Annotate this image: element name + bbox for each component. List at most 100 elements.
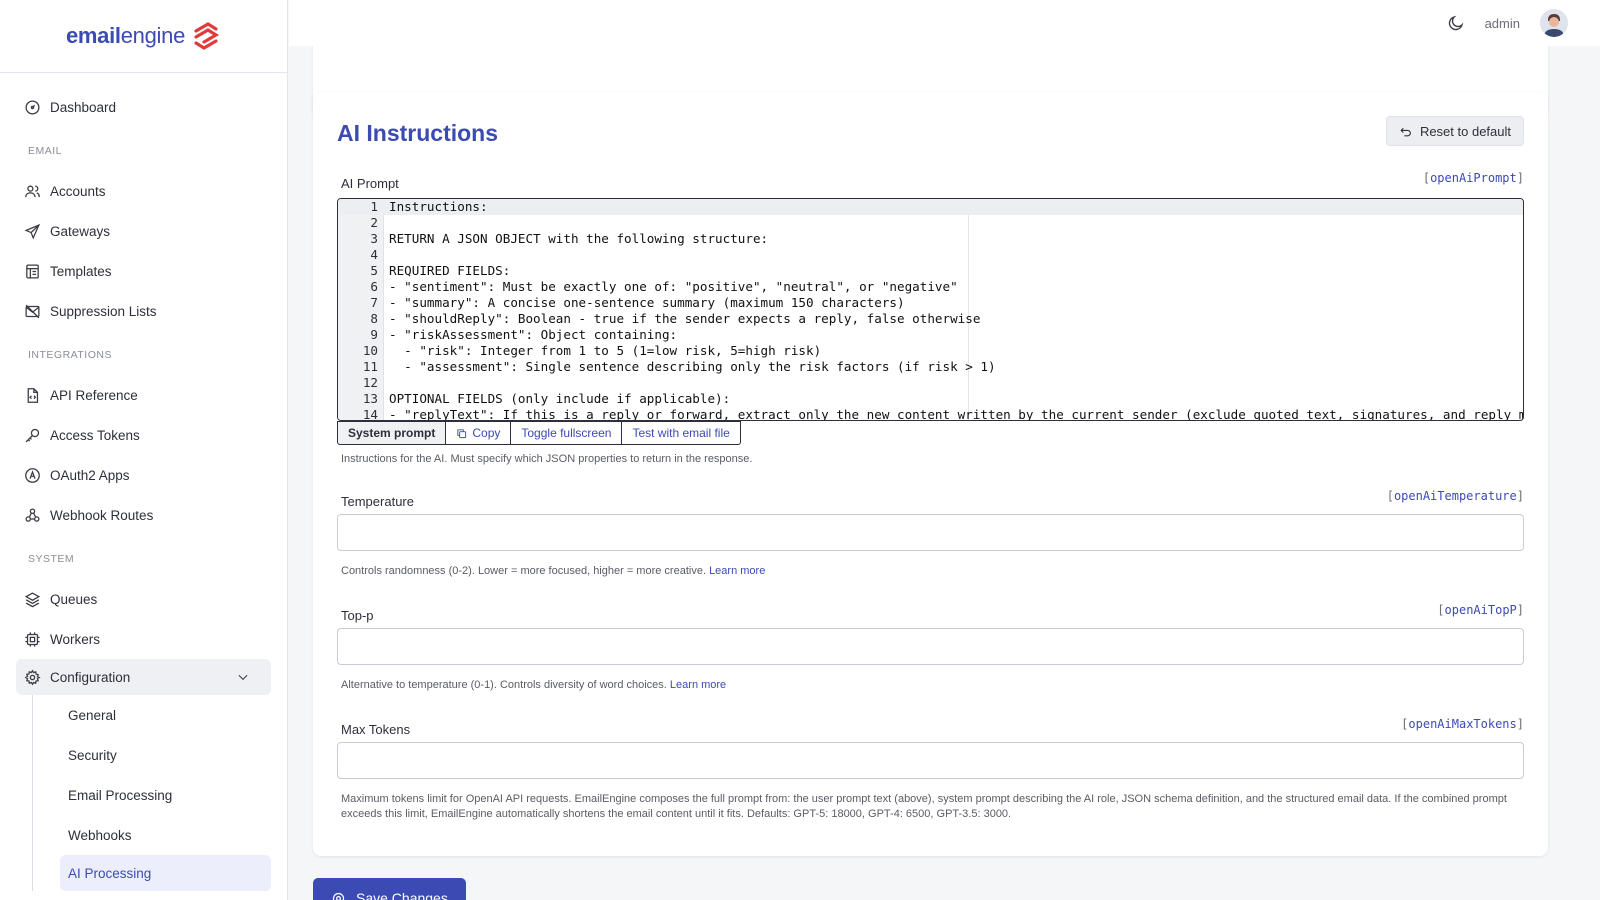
system-prompt-button[interactable]: System prompt — [337, 421, 447, 445]
sidebar-item-templates[interactable]: Templates — [0, 251, 287, 291]
prompt-code-editor[interactable]: 1 Instructions: 2 3 RETURN A JSON OBJECT wit… — [337, 198, 1524, 421]
card-title: AI Instructions — [337, 120, 499, 146]
send-icon — [24, 223, 41, 240]
configuration-subnav: General Security Email Processing Webhoo… — [32, 695, 287, 891]
line-number: 4 — [370, 247, 378, 262]
line-code: - "sentiment": Must be exactly one of: "… — [389, 279, 958, 294]
subnav-item-ai-processing[interactable]: AI Processing — [60, 855, 271, 891]
gear-icon — [332, 892, 345, 900]
editor-line[interactable]: 9 - "riskAssessment": Object containing: — [338, 327, 1523, 343]
save-changes-button[interactable]: Save Changes — [313, 878, 466, 900]
template-icon — [26, 263, 39, 279]
line-number: 11 — [362, 359, 378, 374]
sidebar-item-gateways[interactable]: Gateways — [0, 211, 287, 251]
sidebar-item-configuration[interactable]: Configuration — [16, 659, 271, 695]
avatar[interactable] — [1540, 9, 1568, 37]
line-number: 2 — [370, 215, 378, 230]
temperature-learn-more-link[interactable]: Learn more — [709, 565, 765, 577]
line-number: 14 — [362, 407, 378, 421]
sidebar-item-suppression-lists[interactable]: Suppression Lists — [0, 291, 287, 331]
cpu-icon — [25, 631, 40, 647]
prompt-label: AI Prompt — [341, 176, 399, 191]
file-code-icon — [27, 387, 39, 403]
layers-icon — [24, 591, 41, 607]
sidebar-item-label: OAuth2 Apps — [50, 467, 130, 483]
editor-line[interactable]: 10 - "risk": Integer from 1 to 5 (1=low … — [338, 343, 1523, 359]
line-code: - "risk": Integer from 1 to 5 (1=low ris… — [389, 343, 822, 358]
editor-line[interactable]: 4 — [338, 247, 1523, 263]
line-number: 8 — [370, 311, 378, 326]
save-label: Save Changes — [356, 890, 448, 900]
user-name[interactable]: admin — [1485, 16, 1520, 31]
brand[interactable]: emailengine — [0, 0, 287, 73]
copy-label: Copy — [472, 426, 501, 440]
sidebar-item-api-reference[interactable]: API Reference — [0, 375, 287, 415]
copy-button[interactable]: Copy — [446, 421, 512, 445]
max-tokens-input[interactable] — [337, 742, 1524, 779]
sidebar-item-label: Access Tokens — [50, 427, 140, 443]
topbar: admin — [289, 0, 1600, 46]
gear-icon — [24, 669, 41, 685]
editor-line[interactable]: 2 — [338, 215, 1523, 231]
sidebar-item-label: Configuration — [50, 669, 131, 685]
section-system: SYSTEM — [28, 553, 75, 565]
sidebar-item-dashboard[interactable]: Dashboard — [0, 87, 287, 127]
temperature-input[interactable] — [337, 514, 1524, 551]
toggle-fullscreen-button[interactable]: Toggle fullscreen — [511, 421, 623, 445]
editor-line[interactable]: 8 - "shouldReply": Boolean - true if the … — [338, 311, 1523, 327]
sidebar-item-label: Workers — [50, 631, 101, 647]
editor-line[interactable]: 5 REQUIRED FIELDS: — [338, 263, 1523, 279]
sidebar-item-label: Dashboard — [50, 99, 117, 115]
sidebar-nav: Dashboard EMAIL Accounts Gateways Templa… — [0, 73, 287, 891]
users-icon — [25, 185, 40, 197]
sidebar-item-queues[interactable]: Queues — [0, 579, 287, 619]
sidebar-item-label: Webhook Routes — [50, 507, 154, 523]
subnav-item-security[interactable]: Security — [32, 735, 287, 775]
editor-line[interactable]: 11 - "assessment": Single sentence descr… — [338, 359, 1523, 375]
editor-toolbar: System prompt Copy Toggle fullscreen Tes… — [337, 421, 741, 445]
chevron-down-icon — [238, 674, 248, 681]
sidebar-item-accounts[interactable]: Accounts — [0, 171, 287, 211]
key-icon — [25, 428, 40, 442]
sidebar-item-access-tokens[interactable]: Access Tokens — [0, 415, 287, 455]
line-code: - "shouldReply": Boolean - true if the s… — [389, 311, 981, 326]
line-number: 13 — [362, 391, 378, 406]
line-code: Instructions: — [389, 199, 488, 214]
editor-line[interactable]: 13 OPTIONAL FIELDS (only include if appli… — [338, 391, 1523, 407]
top-p-input[interactable] — [337, 628, 1524, 665]
test-with-email-file-button[interactable]: Test with email file — [622, 421, 741, 445]
sidebar-item-webhook-routes[interactable]: Webhook Routes — [0, 495, 287, 535]
temperature-label: Temperature — [341, 494, 414, 509]
at-sign-icon — [25, 467, 40, 483]
top-p-learn-more-link[interactable]: Learn more — [670, 679, 726, 691]
user-avatar-icon — [1540, 9, 1568, 37]
mail-off-icon — [25, 304, 40, 318]
editor-line[interactable]: 7 - "summary": A concise one-sentence sum… — [338, 295, 1523, 311]
copy-icon — [457, 428, 467, 438]
editor-line[interactable]: 3 RETURN A JSON OBJECT with the following… — [338, 231, 1523, 247]
editor-line[interactable]: 12 — [338, 375, 1523, 391]
ai-instructions-card: AI Instructions Reset to default AI Prom… — [313, 92, 1548, 856]
line-number: 7 — [370, 295, 378, 310]
temperature-key: [openAiTemperature] — [1386, 489, 1524, 503]
subnav-item-webhooks[interactable]: Webhooks — [32, 815, 287, 855]
main-content: AI Instructions Reset to default AI Prom… — [289, 46, 1600, 900]
moon-icon[interactable] — [1447, 14, 1465, 32]
subnav-item-general[interactable]: General — [32, 695, 287, 735]
sidebar-item-oauth2-apps[interactable]: OAuth2 Apps — [0, 455, 287, 495]
reset-to-default-button[interactable]: Reset to default — [1385, 116, 1524, 146]
sidebar-item-label: Templates — [50, 263, 112, 279]
sidebar-item-label: Suppression Lists — [50, 303, 157, 319]
editor-line[interactable]: 6 - "sentiment": Must be exactly one of: … — [338, 279, 1523, 295]
line-code: - "assessment": Single sentence describi… — [389, 359, 996, 374]
editor-line[interactable]: 1 Instructions: — [338, 199, 1523, 215]
line-number: 9 — [370, 327, 378, 342]
subnav-item-email-processing[interactable]: Email Processing — [32, 775, 287, 815]
top-p-key: [openAiTopP] — [1437, 603, 1524, 617]
editor-line[interactable]: 14 - "replyText": If this is a reply or f… — [338, 407, 1523, 421]
line-number: 6 — [370, 279, 378, 294]
sidebar-item-workers[interactable]: Workers — [0, 619, 287, 659]
line-number: 10 — [362, 343, 378, 358]
temperature-help: Controls randomness (0-2). Lower = more … — [341, 565, 766, 577]
